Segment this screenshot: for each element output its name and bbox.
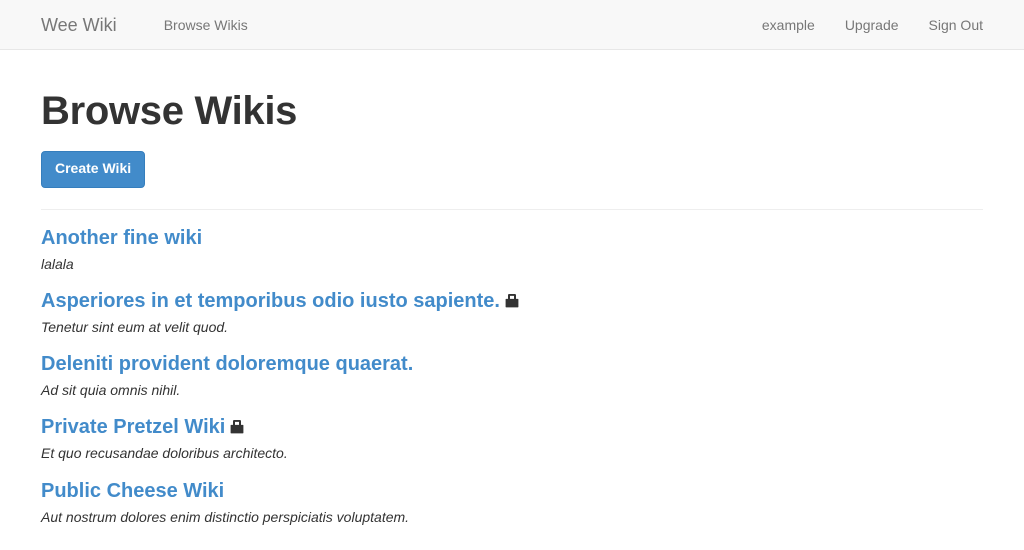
nav-link-upgrade[interactable]: Upgrade — [830, 0, 914, 50]
nav-link-sign-out[interactable]: Sign Out — [914, 0, 983, 50]
navbar-left-group: Wee Wiki Browse Wikis — [41, 0, 263, 49]
wiki-list-item: Asperiores in et temporibus odio iusto s… — [41, 290, 983, 336]
create-wiki-button[interactable]: Create Wiki — [41, 151, 146, 188]
section-divider — [41, 208, 983, 210]
wiki-list-item: Another fine wiki lalala — [41, 227, 983, 273]
navbar-inner: Wee Wiki Browse Wikis example Upgrade Si… — [41, 0, 983, 49]
lock-icon — [230, 419, 244, 434]
wiki-list-item: Public Cheese Wiki Aut nostrum dolores en… — [41, 480, 983, 526]
navbar-right-group: example Upgrade Sign Out — [747, 0, 983, 49]
wiki-title-row: Public Cheese Wiki — [41, 480, 983, 502]
wiki-list-item: Deleniti provident doloremque quaerat. Ad… — [41, 353, 983, 399]
wiki-title-row: Private Pretzel Wiki — [41, 416, 983, 438]
wiki-title-row: Another fine wiki — [41, 227, 983, 249]
wiki-title-link[interactable]: Deleniti provident doloremque quaerat. — [41, 353, 413, 375]
nav-link-browse-wikis[interactable]: Browse Wikis — [149, 0, 263, 50]
wiki-title-link[interactable]: Asperiores in et temporibus odio iusto s… — [41, 290, 500, 312]
wiki-description: Et quo recusandae doloribus architecto. — [41, 445, 288, 462]
wiki-title-link[interactable]: Public Cheese Wiki — [41, 480, 224, 502]
wiki-title-row: Asperiores in et temporibus odio iusto s… — [41, 290, 983, 312]
wiki-description: Ad sit quia omnis nihil. — [41, 382, 181, 399]
nav-link-example[interactable]: example — [747, 0, 830, 50]
wiki-list-item: Private Pretzel Wiki Et quo recusandae do… — [41, 416, 983, 462]
wiki-list: Another fine wiki lalala Asperiores in et … — [41, 227, 983, 526]
wiki-description: lalala — [41, 255, 74, 272]
page-title: Browse Wikis — [41, 89, 298, 133]
wiki-description: Tenetur sint eum at velit quod. — [41, 319, 229, 336]
wiki-description: Aut nostrum dolores enim distinctio pers… — [41, 508, 410, 525]
lock-icon — [505, 293, 519, 308]
wiki-title-link[interactable]: Private Pretzel Wiki — [41, 416, 225, 438]
navbar: Wee Wiki Browse Wikis example Upgrade Si… — [0, 0, 1024, 50]
main-container: Browse Wikis Create Wiki Another fine wi… — [41, 50, 983, 526]
navbar-brand[interactable]: Wee Wiki — [41, 0, 117, 50]
wiki-title-link[interactable]: Another fine wiki — [41, 227, 202, 249]
wiki-title-row: Deleniti provident doloremque quaerat. — [41, 353, 983, 375]
